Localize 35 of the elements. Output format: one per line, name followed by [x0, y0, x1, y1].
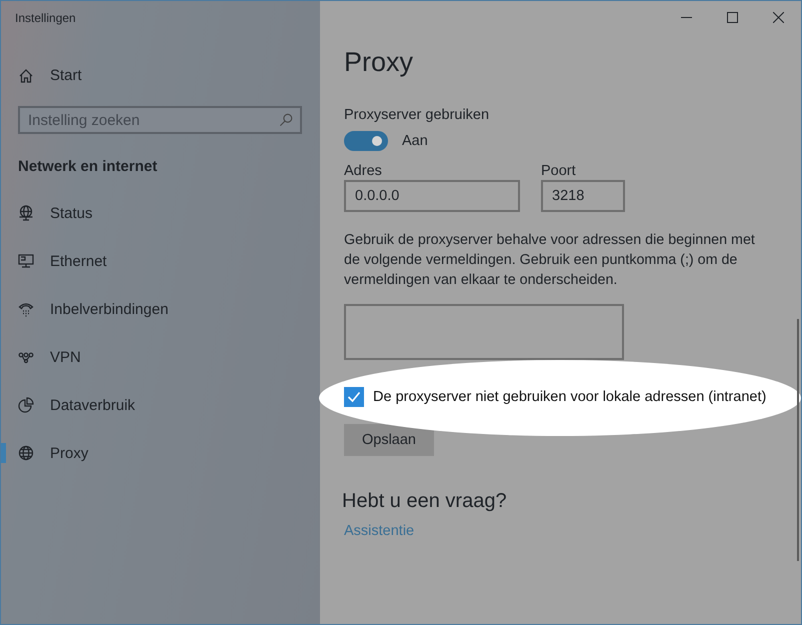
nav-item[interactable]: Proxy [1, 429, 320, 477]
monitor-icon [18, 253, 34, 269]
pie-chart-icon [18, 397, 34, 413]
scrollbar[interactable] [797, 319, 799, 561]
home-icon [18, 68, 34, 84]
globe-monitor-icon [18, 205, 34, 221]
description-text: Gebruik de proxyserver behalve voor adressen die beginnen met de volgende vermeldingen. Gebruik een puntkomma (;) om de vermeldingen van elkaar te onderscheiden. [344, 231, 756, 290]
bypass-checkbox[interactable]: De proxyserver niet gebruiken voor lokale adressen (intranet) [344, 387, 766, 407]
search-icon [279, 113, 293, 127]
nav-item[interactable]: Dataverbruik [1, 381, 320, 429]
toggle-label: Proxyserver gebruiken [344, 107, 490, 123]
close-icon [772, 12, 784, 22]
save-button[interactable]: Opslaan [344, 424, 434, 456]
page-title: Proxy [344, 47, 414, 79]
globe-icon [18, 445, 34, 461]
nav-item[interactable]: Ethernet [1, 237, 320, 285]
maximize-icon [726, 12, 738, 22]
nav-item[interactable]: Status [1, 189, 320, 237]
phone-icon [18, 301, 34, 317]
field-label: Adres [344, 163, 383, 179]
home-item[interactable]: Start [18, 63, 82, 88]
exceptions-field[interactable] [344, 304, 624, 360]
field-label: Poort [541, 163, 577, 179]
nav-item[interactable]: Inbelverbindingen [1, 285, 320, 333]
nav-item[interactable]: VPN [1, 333, 320, 381]
window-title: Instellingen [14, 10, 77, 27]
toggle-state: Aan [402, 133, 428, 149]
address-field[interactable]: 0.0.0.0 [344, 180, 520, 212]
port-field[interactable]: 3218 [541, 180, 625, 212]
search-field[interactable]: Instelling zoeken [18, 106, 302, 134]
help-heading: Hebt u een vraag? [342, 490, 508, 513]
toggle-switch[interactable] [344, 131, 388, 151]
check-icon [347, 390, 361, 404]
help-link[interactable]: Assistentie [344, 523, 414, 539]
section-heading: Netwerk en internet [18, 158, 158, 175]
